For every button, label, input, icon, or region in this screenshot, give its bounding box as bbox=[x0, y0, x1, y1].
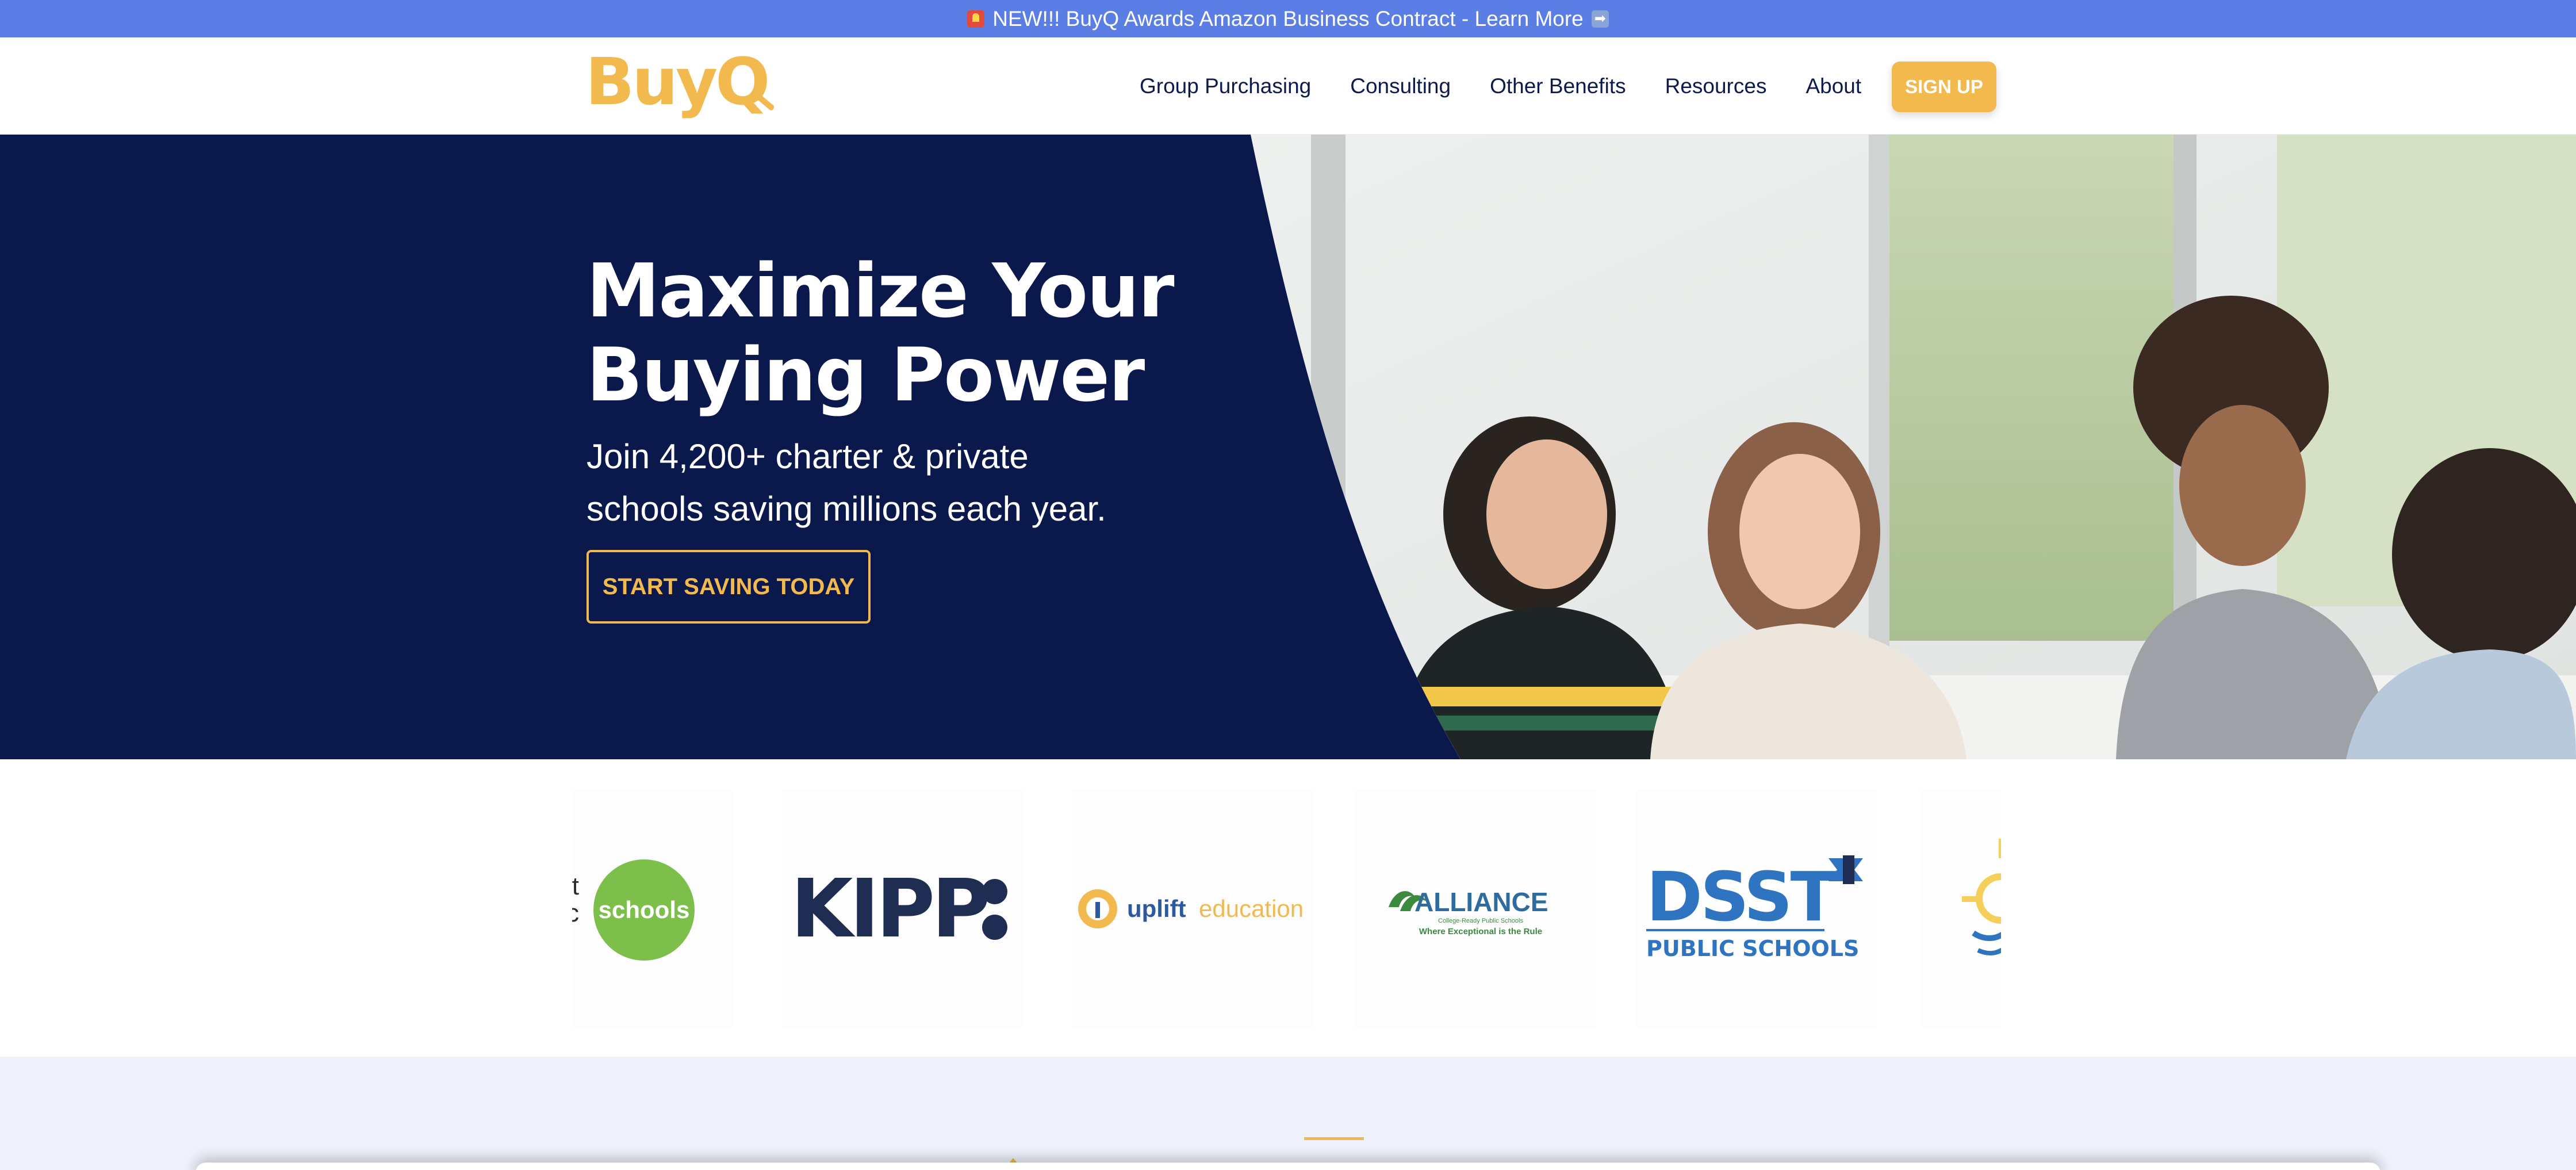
hero-students-photo bbox=[1251, 135, 2576, 759]
green-dot-logo: Dot ublic schools bbox=[572, 789, 733, 1028]
uplift-education-text: education bbox=[1199, 895, 1304, 922]
next-section bbox=[0, 1057, 2576, 1170]
hero-subtitle: Join 4,200+ charter & private schools sa… bbox=[586, 430, 1276, 535]
announcement-bar[interactable]: NEW!!! BuyQ Awards Amazon Business Contr… bbox=[0, 0, 2576, 37]
sign-up-button[interactable]: SIGN UP bbox=[1892, 62, 1996, 112]
nav-resources[interactable]: Resources bbox=[1665, 74, 1767, 98]
alliance-logo: ALLIANCE College-Ready Public Schools Wh… bbox=[1354, 789, 1596, 1028]
hero-title-line-2: Buying Power bbox=[586, 332, 1145, 418]
logo-text: BuyQ bbox=[585, 45, 770, 120]
hero-section: Maximize Your Buying Power Join 4,200+ c… bbox=[0, 135, 2576, 759]
section-accent-line bbox=[1304, 1137, 1364, 1140]
right-arrow-icon: ➡ bbox=[1591, 10, 1609, 28]
announcement-text[interactable]: NEW!!! BuyQ Awards Amazon Business Contr… bbox=[992, 7, 1584, 31]
partner-logos-section: Dot ublic schools KIPP uplift education bbox=[0, 759, 2576, 1057]
dsst-text: DSST bbox=[1646, 857, 1837, 936]
alliance-text: ALLIANCE bbox=[1414, 887, 1548, 917]
uplift-education-logo: uplift education bbox=[1072, 789, 1314, 1028]
buyq-logo[interactable]: BuyQ bbox=[585, 48, 776, 117]
dsst-logo: DSST PUBLIC SCHOOLS bbox=[1636, 789, 1877, 1028]
main-nav: Group Purchasing Consulting Other Benefi… bbox=[1140, 37, 1861, 135]
nav-group-purchasing[interactable]: Group Purchasing bbox=[1140, 74, 1311, 98]
content-panel bbox=[195, 1163, 2380, 1170]
alliance-tag-text: Where Exceptional is the Rule bbox=[1419, 927, 1542, 936]
site-header: BuyQ Group Purchasing Consulting Other B… bbox=[0, 37, 2576, 135]
green-dot-partial-text-1: Dot bbox=[572, 872, 579, 900]
dsst-sub-text: PUBLIC SCHOOLS bbox=[1646, 936, 1859, 961]
nav-consulting[interactable]: Consulting bbox=[1350, 74, 1451, 98]
hero-title-line-1: Maximize Your bbox=[586, 248, 1174, 334]
green-dot-partial-text-2: ublic bbox=[572, 899, 579, 927]
hero-subtitle-line-1: Join 4,200+ charter & private bbox=[586, 437, 1029, 476]
partner-logos-carousel[interactable]: Dot ublic schools KIPP uplift education bbox=[572, 789, 2001, 1028]
start-saving-button[interactable]: START SAVING TODAY bbox=[586, 550, 871, 624]
hero-title: Maximize Your Buying Power bbox=[586, 250, 1276, 418]
hero-copy: Maximize Your Buying Power Join 4,200+ c… bbox=[586, 250, 1276, 535]
siren-icon bbox=[967, 10, 985, 28]
sun-partner-logo bbox=[1920, 789, 2001, 1028]
uplift-text: uplift bbox=[1127, 895, 1186, 922]
kipp-text: KIPP bbox=[791, 862, 987, 956]
alliance-sub-text: College-Ready Public Schools bbox=[1438, 917, 1523, 924]
green-dot-circle-text: schools bbox=[599, 896, 690, 923]
kipp-logo: KIPP bbox=[782, 789, 1023, 1028]
hero-subtitle-line-2: schools saving millions each year. bbox=[586, 490, 1106, 528]
nav-about[interactable]: About bbox=[1805, 74, 1861, 98]
nav-other-benefits[interactable]: Other Benefits bbox=[1490, 74, 1626, 98]
